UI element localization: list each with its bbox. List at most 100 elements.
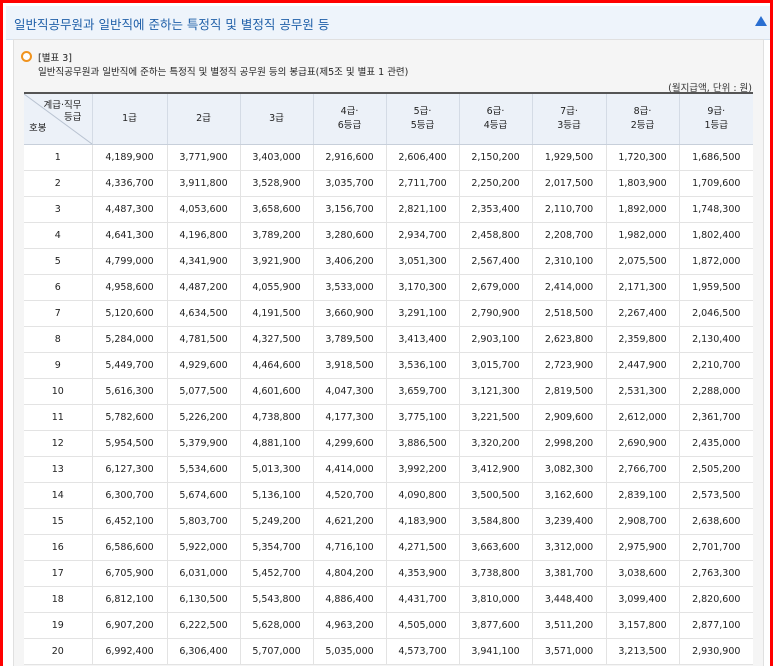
salary-cell: 3,911,800	[167, 170, 241, 197]
salary-cell: 3,157,800	[606, 612, 680, 639]
salary-cell: 5,035,000	[313, 638, 387, 665]
salary-cell: 4,804,200	[313, 560, 387, 587]
salary-cell: 5,077,500	[167, 378, 241, 405]
salary-cell: 2,288,000	[679, 378, 753, 405]
salary-cell: 2,017,500	[532, 170, 607, 197]
salary-cell: 3,213,500	[606, 638, 680, 665]
salary-cell: 4,929,600	[167, 352, 241, 379]
salary-cell: 4,353,900	[386, 560, 460, 587]
salary-cell: 4,047,300	[313, 378, 387, 405]
salary-table: 계급·직무 등급 호봉 1급 2급 3급 4급· 6등급 5급· 5등급 6급· 4등…	[24, 92, 753, 665]
section-header-bar[interactable]: 일반직공무원과 일반직에 준하는 특정직 및 별정직 공무원 등	[6, 6, 770, 40]
corner-top-line1: 계급·직무	[43, 100, 82, 111]
salary-cell: 2,075,500	[606, 248, 680, 275]
salary-cell: 1,959,500	[679, 274, 753, 301]
salary-cell: 6,907,200	[92, 612, 168, 639]
salary-cell: 3,660,900	[313, 300, 387, 327]
salary-cell: 4,799,000	[92, 248, 168, 275]
table-row: 1 4,189,900 3,771,900 3,403,000 2,916,600 2,6…	[24, 144, 753, 171]
salary-cell: 3,320,200	[459, 430, 533, 457]
step-number-cell: 9	[24, 352, 93, 379]
column-header-subtext: 5등급	[410, 120, 435, 131]
salary-cell: 2,877,100	[679, 612, 753, 639]
table-caption: 일반직공무원과 일반직에 준하는 특정직 및 별정직 공무원 등의 봉급표(제5…	[38, 67, 409, 78]
salary-cell: 3,500,500	[459, 482, 533, 509]
corner-top-line2: 등급	[64, 112, 82, 123]
salary-cell: 3,789,500	[313, 326, 387, 353]
step-number-cell: 17	[24, 560, 93, 587]
salary-cell: 5,674,600	[167, 482, 241, 509]
salary-cell: 1,872,000	[679, 248, 753, 275]
column-header-text: 1급	[122, 113, 137, 124]
salary-cell: 5,782,600	[92, 404, 168, 431]
salary-cell: 4,183,900	[386, 508, 460, 535]
salary-cell: 5,922,000	[167, 534, 241, 561]
salary-cell: 2,150,200	[459, 144, 533, 171]
salary-cell: 2,623,800	[532, 326, 607, 353]
step-number-cell: 18	[24, 586, 93, 613]
table-row: 10 5,616,300 5,077,500 4,601,600 4,047,300 3,…	[24, 378, 753, 405]
salary-cell: 5,013,300	[240, 456, 314, 483]
salary-cell: 4,271,500	[386, 534, 460, 561]
salary-cell: 3,584,800	[459, 508, 533, 535]
table-row: 2 4,336,700 3,911,800 3,528,900 3,035,700 2,7…	[24, 170, 753, 197]
table-row: 20 6,992,400 6,306,400 5,707,000 5,035,000 4,…	[24, 638, 753, 665]
table-row: 16 6,586,600 5,922,000 5,354,700 4,716,100 4,…	[24, 534, 753, 561]
salary-cell: 4,341,900	[167, 248, 241, 275]
table-row: 15 6,452,100 5,803,700 5,249,200 4,621,200 4,…	[24, 508, 753, 535]
salary-cell: 3,412,900	[459, 456, 533, 483]
column-header-2: 2급	[167, 93, 241, 145]
salary-cell: 2,612,000	[606, 404, 680, 431]
salary-cell: 1,892,000	[606, 196, 680, 223]
salary-cell: 3,082,300	[532, 456, 607, 483]
salary-cell: 6,222,500	[167, 612, 241, 639]
table-row: 7 5,120,600 4,634,500 4,191,500 3,660,900 3,2…	[24, 300, 753, 327]
salary-cell: 3,941,100	[459, 638, 533, 665]
salary-cell: 2,701,700	[679, 534, 753, 561]
salary-cell: 3,533,000	[313, 274, 387, 301]
table-row: 9 5,449,700 4,929,600 4,464,600 3,918,500 3,5…	[24, 352, 753, 379]
salary-cell: 2,310,100	[532, 248, 607, 275]
step-number-cell: 4	[24, 222, 93, 249]
column-header-4: 4급· 6등급	[313, 93, 387, 145]
salary-cell: 5,354,700	[240, 534, 314, 561]
column-header-text: 8급·	[633, 106, 652, 117]
triangle-up-icon[interactable]	[755, 16, 767, 26]
step-number-cell: 11	[24, 404, 93, 431]
salary-cell: 3,659,700	[386, 378, 460, 405]
salary-cell: 2,447,900	[606, 352, 680, 379]
salary-cell: 4,196,800	[167, 222, 241, 249]
salary-cell: 4,336,700	[92, 170, 168, 197]
salary-cell: 2,909,600	[532, 404, 607, 431]
salary-cell: 4,487,200	[167, 274, 241, 301]
salary-cell: 3,918,500	[313, 352, 387, 379]
salary-cell: 4,738,800	[240, 404, 314, 431]
salary-cell: 3,663,600	[459, 534, 533, 561]
salary-cell: 3,099,400	[606, 586, 680, 613]
salary-cell: 5,534,600	[167, 456, 241, 483]
salary-cell: 2,723,900	[532, 352, 607, 379]
salary-cell: 1,709,600	[679, 170, 753, 197]
salary-cell: 2,208,700	[532, 222, 607, 249]
salary-cell: 6,992,400	[92, 638, 168, 665]
salary-cell: 4,191,500	[240, 300, 314, 327]
salary-cell: 2,679,000	[459, 274, 533, 301]
salary-cell: 3,571,000	[532, 638, 607, 665]
salary-cell: 4,963,200	[313, 612, 387, 639]
salary-cell: 2,711,700	[386, 170, 460, 197]
step-number-cell: 8	[24, 326, 93, 353]
salary-cell: 1,720,300	[606, 144, 680, 171]
salary-cell: 2,458,800	[459, 222, 533, 249]
salary-cell: 2,638,600	[679, 508, 753, 535]
salary-cell: 2,210,700	[679, 352, 753, 379]
salary-table-body: 1 4,189,900 3,771,900 3,403,000 2,916,600 2,6…	[24, 144, 753, 665]
salary-cell: 2,567,400	[459, 248, 533, 275]
column-header-5: 5급· 5등급	[386, 93, 460, 145]
salary-cell: 4,781,500	[167, 326, 241, 353]
salary-cell: 3,170,300	[386, 274, 460, 301]
salary-cell: 2,820,600	[679, 586, 753, 613]
salary-cell: 4,431,700	[386, 586, 460, 613]
salary-cell: 3,448,400	[532, 586, 607, 613]
salary-cell: 3,886,500	[386, 430, 460, 457]
salary-cell: 4,090,800	[386, 482, 460, 509]
